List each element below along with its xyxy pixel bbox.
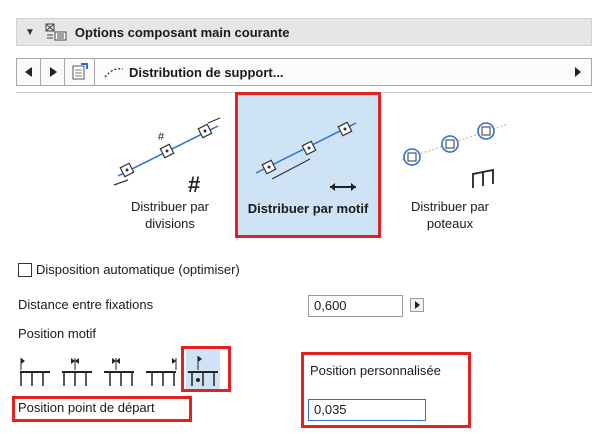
auto-layout-checkbox[interactable]	[18, 262, 32, 277]
settings-button[interactable]	[65, 59, 95, 85]
pattern-center-icon[interactable]	[102, 350, 136, 390]
distribute-by-divisions-option[interactable]: # # Distribuer par divisions	[100, 100, 240, 232]
dropdown-label: Distribution de support...	[129, 64, 284, 80]
spacing-input[interactable]: 0,600	[308, 295, 403, 317]
distribute-divisions-icon: # #	[113, 117, 221, 197]
triangle-down-icon[interactable]: ▼	[25, 27, 35, 38]
triangle-right-icon	[49, 67, 57, 77]
custom-position-input[interactable]: 0,035	[308, 399, 426, 421]
triangle-left-icon	[24, 67, 32, 77]
auto-layout-label: Disposition automatique (optimiser)	[36, 262, 240, 277]
custom-position-label: Position personnalisée	[310, 363, 441, 378]
motif-highlight-frame	[181, 346, 231, 392]
divisions-label-line1: Distribuer par	[130, 199, 210, 214]
distribute-by-posts-option[interactable]: Distribuer par poteaux	[380, 100, 520, 232]
motif-position-label: Position motif	[18, 326, 97, 341]
dotted-curve-icon	[104, 68, 124, 78]
spacing-label: Distance entre fixations	[18, 297, 154, 312]
posts-label-line2: poteaux	[426, 216, 474, 231]
auto-layout-checkbox-row[interactable]: Disposition automatique (optimiser)	[18, 262, 240, 277]
distribution-dropdown[interactable]: Distribution de support...	[95, 59, 591, 85]
triangle-right-icon	[414, 301, 420, 309]
navigation-toolbar: Distribution de support...	[16, 58, 592, 86]
posts-label-line1: Distribuer par	[410, 199, 490, 214]
railing-component-icon	[45, 23, 67, 41]
panel-header[interactable]: ▼ Options composant main courante	[16, 18, 592, 46]
distribute-pattern-icon	[255, 121, 357, 191]
previous-button[interactable]	[17, 59, 41, 85]
document-settings-icon	[72, 63, 88, 80]
distribute-posts-icon	[401, 122, 509, 188]
panel-title: Options composant main courante	[74, 24, 290, 40]
next-button[interactable]	[41, 59, 65, 85]
svg-text:#: #	[158, 131, 165, 143]
triangle-right-icon	[575, 67, 581, 77]
pattern-start-icon[interactable]	[18, 350, 52, 390]
distribute-by-pattern-option[interactable]: Distribuer par motif	[235, 92, 381, 238]
pattern-center-left-icon[interactable]	[60, 350, 94, 390]
start-point-label: Position point de départ	[18, 400, 155, 415]
svg-text:#: #	[188, 172, 200, 197]
railing-options-panel: ▼ Options composant main courante Distri…	[0, 0, 600, 434]
spacing-stepper[interactable]	[410, 298, 424, 312]
divisions-label-line2: divisions	[145, 216, 195, 231]
pattern-label: Distribuer par motif	[247, 201, 369, 216]
pattern-end-icon[interactable]	[144, 350, 178, 390]
